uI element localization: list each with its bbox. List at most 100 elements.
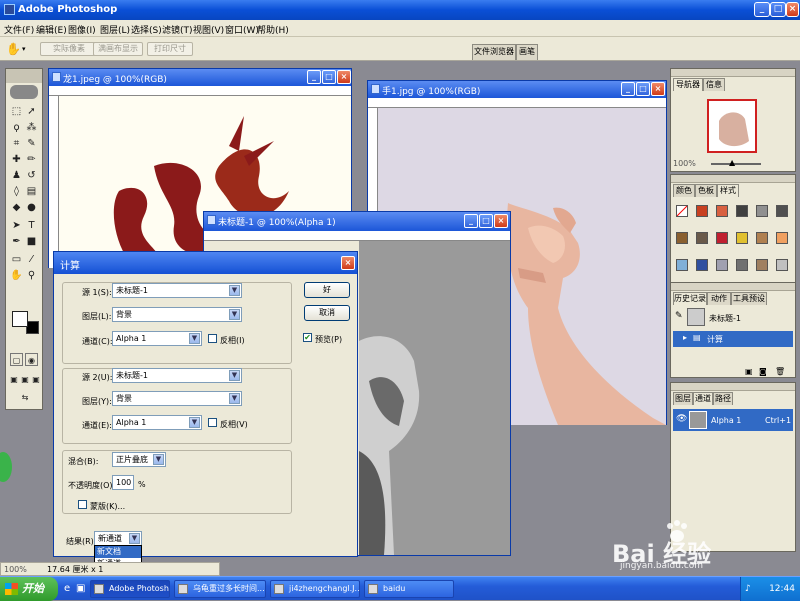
- panel-drag-bar[interactable]: [671, 283, 795, 291]
- taskbar-item-photoshop[interactable]: Adobe Photoshop: [90, 580, 170, 598]
- quick-launch-desktop-icon[interactable]: ▣: [76, 583, 85, 594]
- style-swatch[interactable]: [756, 232, 768, 244]
- quick-launch-ie-icon[interactable]: e: [64, 583, 70, 594]
- menu-filter[interactable]: 滤镜(T): [162, 23, 193, 36]
- tab-layers[interactable]: 图层: [673, 392, 693, 405]
- source1-channel-select[interactable]: Alpha 1 ▼: [112, 331, 202, 346]
- menu-view[interactable]: 视图(V): [193, 23, 224, 36]
- panel-drag-bar[interactable]: [671, 69, 795, 77]
- source1-invert-checkbox[interactable]: [208, 334, 217, 343]
- style-swatch[interactable]: [756, 205, 768, 217]
- slider-thumb-icon[interactable]: ▲: [729, 158, 735, 167]
- tab-swatches[interactable]: 色板: [695, 184, 717, 197]
- document-title-bar[interactable]: 手1.jpg @ 100%(RGB) _ □ ×: [368, 81, 666, 98]
- panel-drag-bar[interactable]: [671, 383, 795, 391]
- pen-tool-icon[interactable]: ✒: [10, 235, 23, 248]
- start-button[interactable]: 开始: [0, 577, 58, 601]
- tab-history[interactable]: 历史记录: [673, 292, 707, 305]
- channel-row-alpha1[interactable]: 👁 Alpha 1 Ctrl+1: [673, 409, 793, 431]
- taskbar-item-image[interactable]: ji4zhengchangl.J...: [270, 580, 360, 598]
- doc-close-button[interactable]: ×: [337, 70, 351, 84]
- crop-tool-icon[interactable]: ⌗: [10, 137, 23, 150]
- tab-brushes[interactable]: 画笔: [516, 44, 538, 60]
- taskbar-item-baidu[interactable]: baidu: [364, 580, 454, 598]
- chevron-down-icon[interactable]: ▼: [189, 417, 200, 428]
- document-title-bar[interactable]: 未标题-1 @ 100%(Alpha 1) _ □ ×: [204, 212, 510, 231]
- doc-maximize-button[interactable]: □: [322, 70, 336, 84]
- dialog-close-button[interactable]: ×: [341, 256, 355, 270]
- quick-mask-icon[interactable]: ◉: [25, 353, 38, 366]
- history-brush-icon[interactable]: ↺: [25, 169, 38, 182]
- chevron-down-icon[interactable]: ▼: [153, 454, 164, 465]
- menu-edit[interactable]: 编辑(E): [36, 23, 67, 36]
- style-swatch[interactable]: [676, 259, 688, 271]
- stamp-tool-icon[interactable]: ♟: [10, 169, 23, 182]
- minimize-button[interactable]: _: [754, 2, 770, 17]
- lasso-tool-icon[interactable]: ϙ: [10, 121, 23, 134]
- source2-layer-select[interactable]: 背景 ▼: [112, 391, 242, 406]
- document-title-bar[interactable]: 龙1.jpeg @ 100%(RGB) _ □ ×: [49, 69, 351, 86]
- doc-close-button[interactable]: ×: [494, 214, 508, 228]
- doc-minimize-button[interactable]: _: [464, 214, 478, 228]
- taskbar-item-browser[interactable]: 乌龟重过多长时间...: [174, 580, 266, 598]
- tab-actions[interactable]: 动作: [707, 292, 731, 305]
- style-swatch[interactable]: [716, 232, 728, 244]
- eye-icon[interactable]: 👁: [676, 414, 687, 424]
- gradient-tool-icon[interactable]: ▤: [25, 185, 38, 198]
- tab-navigator[interactable]: 导航器: [673, 78, 703, 91]
- marquee-tool-icon[interactable]: ⬚: [10, 105, 23, 118]
- source2-invert-checkbox[interactable]: [208, 418, 217, 427]
- path-select-icon[interactable]: ➤: [10, 219, 23, 232]
- opacity-input[interactable]: 100: [112, 475, 134, 490]
- result-option-new-document[interactable]: 新文档: [95, 546, 141, 558]
- chevron-down-icon[interactable]: ▼: [229, 393, 240, 404]
- blend-select[interactable]: 正片叠底 ▼: [112, 452, 166, 467]
- history-snapshot-row[interactable]: ✎ 未标题-1: [673, 307, 793, 329]
- menu-select[interactable]: 选择(S): [131, 23, 162, 36]
- mask-checkbox[interactable]: [78, 500, 87, 509]
- clock[interactable]: 12:44: [769, 584, 795, 594]
- close-button[interactable]: ×: [786, 2, 799, 17]
- tab-tool-presets[interactable]: 工具预设: [731, 292, 767, 305]
- cancel-button[interactable]: 取消: [304, 305, 350, 321]
- healing-brush-icon[interactable]: ✚: [10, 153, 23, 166]
- screen-mode-menubar-icon[interactable]: ▣: [20, 373, 30, 386]
- dialog-title-bar[interactable]: 计算 ×: [54, 252, 357, 274]
- trash-icon[interactable]: 🗑: [775, 367, 785, 376]
- source2-select[interactable]: 未标题-1 ▼: [112, 368, 242, 383]
- screen-mode-full-icon[interactable]: ▣: [31, 373, 41, 386]
- maximize-button[interactable]: □: [770, 2, 786, 17]
- doc-close-button[interactable]: ×: [651, 82, 665, 96]
- type-tool-icon[interactable]: T: [25, 219, 38, 232]
- style-swatch[interactable]: [736, 232, 748, 244]
- style-swatch[interactable]: [776, 205, 788, 217]
- doc-maximize-button[interactable]: □: [636, 82, 650, 96]
- style-swatch[interactable]: [736, 205, 748, 217]
- history-brush-icon[interactable]: ✎: [675, 311, 683, 321]
- imageready-icon[interactable]: ⇆: [16, 391, 34, 404]
- new-document-icon[interactable]: ▣: [745, 367, 753, 376]
- chevron-down-icon[interactable]: ▼: [129, 533, 140, 544]
- volume-icon[interactable]: ♪: [745, 577, 751, 601]
- menu-image[interactable]: 图像(I): [68, 23, 96, 36]
- panel-drag-bar[interactable]: [671, 175, 795, 183]
- tab-color[interactable]: 颜色: [673, 184, 695, 197]
- source2-channel-select[interactable]: Alpha 1 ▼: [112, 415, 202, 430]
- menu-window[interactable]: 窗口(W): [225, 23, 259, 36]
- style-swatch[interactable]: [756, 259, 768, 271]
- navigator-thumbnail[interactable]: [707, 99, 757, 153]
- eraser-tool-icon[interactable]: ◊: [10, 185, 23, 198]
- menu-help[interactable]: 帮助(H): [257, 23, 289, 36]
- tab-paths[interactable]: 路径: [713, 392, 733, 405]
- doc-minimize-button[interactable]: _: [621, 82, 635, 96]
- style-swatch[interactable]: [696, 259, 708, 271]
- navigator-zoom-slider[interactable]: [711, 163, 761, 165]
- alpha-channel-canvas[interactable]: [359, 241, 510, 555]
- doc-maximize-button[interactable]: □: [479, 214, 493, 228]
- hand-tool-icon[interactable]: ✋: [6, 42, 21, 56]
- ok-button[interactable]: 好: [304, 282, 350, 298]
- zoom-icon[interactable]: ⚲: [25, 269, 38, 282]
- slice-tool-icon[interactable]: ✎: [25, 137, 38, 150]
- result-select[interactable]: 新通道 ▼: [94, 531, 142, 546]
- navigator-zoom-value[interactable]: 100%: [673, 159, 696, 168]
